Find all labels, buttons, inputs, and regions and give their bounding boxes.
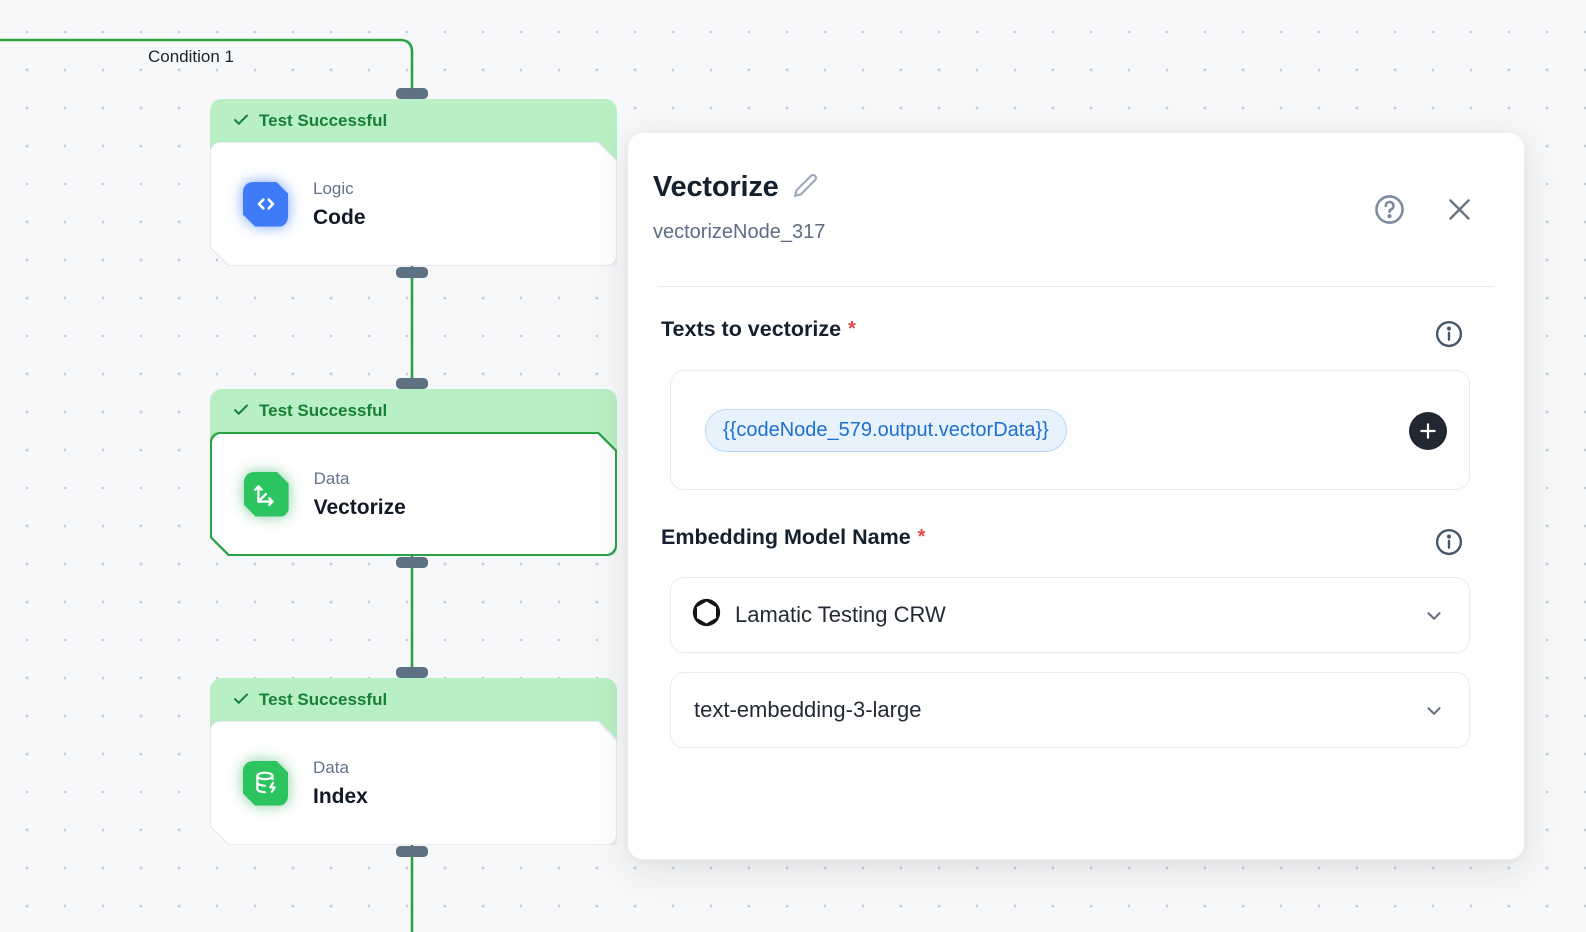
- variable-chip[interactable]: {{codeNode_579.output.vectorData}}: [705, 409, 1067, 452]
- node-status-text: Test Successful: [259, 689, 387, 710]
- node-category: Logic: [313, 179, 366, 199]
- provider-value: Lamatic Testing CRW: [735, 602, 946, 628]
- chevron-down-icon: [1423, 700, 1445, 727]
- model-value: text-embedding-3-large: [694, 697, 921, 723]
- node-status-text: Test Successful: [259, 110, 387, 131]
- connection-handle-bottom[interactable]: [396, 557, 428, 568]
- connection-handle-top[interactable]: [396, 667, 428, 678]
- vectorize-axes-icon: [244, 472, 289, 517]
- required-asterisk: *: [918, 526, 926, 549]
- edit-pencil-icon[interactable]: [793, 173, 818, 203]
- openai-icon: [691, 597, 722, 633]
- check-icon: [232, 111, 250, 129]
- node-card[interactable]: Data Vectorize: [212, 434, 616, 555]
- embedding-model-label: Embedding Model Name: [661, 525, 911, 550]
- connection-handle-top[interactable]: [396, 88, 428, 99]
- chevron-down-icon: [1423, 605, 1445, 632]
- node-title: Index: [313, 785, 368, 809]
- check-icon: [232, 401, 250, 419]
- node-status-text: Test Successful: [259, 400, 387, 421]
- divider: [658, 286, 1494, 287]
- texts-to-vectorize-label: Texts to vectorize: [661, 317, 841, 342]
- node-category: Data: [313, 758, 368, 778]
- required-asterisk: *: [848, 318, 856, 341]
- flow-editor: Condition 1 Test Successful Logic Code: [0, 0, 1586, 932]
- node-title: Vectorize: [314, 496, 406, 520]
- info-icon[interactable]: [1434, 527, 1464, 557]
- plus-icon: [1418, 421, 1438, 441]
- close-icon[interactable]: [1444, 194, 1475, 225]
- connection-handle-bottom[interactable]: [396, 267, 428, 278]
- node-id: vectorizeNode_317: [653, 221, 825, 244]
- code-icon: [243, 182, 288, 227]
- connection-handle-top[interactable]: [396, 378, 428, 389]
- texts-to-vectorize-field[interactable]: {{codeNode_579.output.vectorData}}: [670, 370, 1470, 490]
- node-category: Data: [314, 469, 406, 489]
- node-index[interactable]: Test Successful Data Index: [210, 667, 617, 857]
- check-icon: [232, 690, 250, 708]
- add-text-button[interactable]: [1409, 412, 1447, 450]
- connection-handle-bottom[interactable]: [396, 846, 428, 857]
- node-vectorize[interactable]: Test Successful Data Vectorize: [210, 378, 617, 568]
- model-dropdown[interactable]: text-embedding-3-large: [670, 672, 1470, 748]
- node-card[interactable]: Data Index: [211, 722, 616, 844]
- node-card[interactable]: Logic Code: [211, 143, 616, 265]
- info-icon[interactable]: [1434, 319, 1464, 349]
- node-code[interactable]: Test Successful Logic Code: [210, 88, 617, 278]
- help-icon[interactable]: [1373, 193, 1406, 226]
- edge-label: Condition 1: [148, 47, 234, 67]
- provider-dropdown[interactable]: Lamatic Testing CRW: [670, 577, 1470, 653]
- panel-title: Vectorize: [653, 171, 779, 204]
- node-title: Code: [313, 206, 366, 230]
- node-config-panel: Vectorize vectorizeNode_317 Texts to vec…: [627, 132, 1525, 860]
- database-zap-icon: [243, 761, 288, 806]
